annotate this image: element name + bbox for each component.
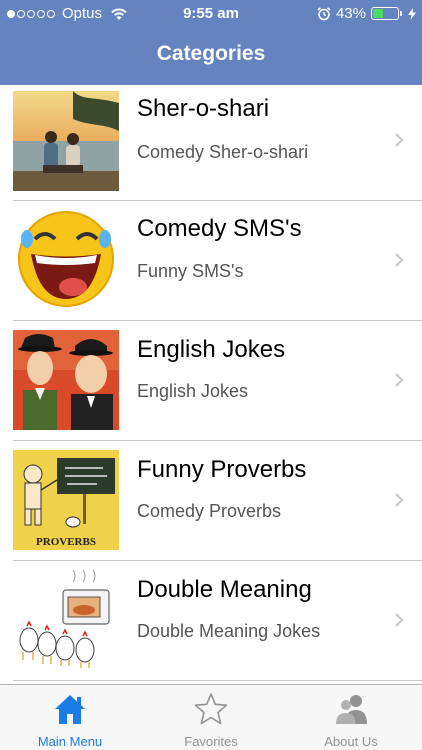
proverbs-thumb-text: PROVERBS <box>36 536 96 548</box>
star-icon <box>194 693 228 725</box>
proverbs-cartoon-thumbnail: PROVERBS <box>13 450 119 550</box>
charging-bolt-icon <box>408 7 416 20</box>
chevron-right-icon <box>395 133 404 147</box>
header: Optus 9:55 am 43% Categories <box>0 0 422 85</box>
couple-sunset-thumbnail <box>13 91 119 191</box>
laughing-smiley-thumbnail <box>18 211 114 307</box>
home-icon <box>55 695 85 724</box>
chevron-right-icon <box>395 613 404 627</box>
category-subtitle: Comedy Proverbs <box>137 501 282 521</box>
category-title: Comedy SMS's <box>137 215 302 242</box>
category-list: Sher-o-shari Comedy Sher-o-shari Comedy … <box>0 85 422 681</box>
chevron-right-icon <box>395 373 404 387</box>
category-title: Double Meaning <box>137 576 312 603</box>
tab-label: About Us <box>324 734 378 749</box>
people-icon <box>336 695 367 724</box>
category-title: Sher-o-shari <box>137 95 270 122</box>
tab-favorites[interactable]: Favorites <box>141 685 281 750</box>
battery-icon <box>371 7 402 20</box>
category-title: Funny Proverbs <box>137 456 307 483</box>
status-right: 43% <box>317 5 416 22</box>
category-row-comedy-sms[interactable]: Comedy SMS's Funny SMS's <box>0 201 422 321</box>
battery-level <box>373 9 384 18</box>
category-subtitle: Double Meaning Jokes <box>137 621 321 641</box>
category-row-double-meaning[interactable]: Double Meaning Double Meaning Jokes <box>0 561 422 681</box>
chickens-oven-thumbnail <box>13 570 119 670</box>
category-row-sher-o-shari[interactable]: Sher-o-shari Comedy Sher-o-shari <box>0 85 422 201</box>
category-title: English Jokes <box>137 336 286 363</box>
status-bar: Optus 9:55 am 43% <box>0 0 422 28</box>
chevron-right-icon <box>395 493 404 507</box>
category-row-funny-proverbs[interactable]: PROVERBS Funny Proverbs Comedy Proverbs <box>0 441 422 561</box>
category-subtitle: Comedy Sher-o-shari <box>137 142 309 162</box>
page-title: Categories <box>156 42 266 65</box>
category-row-english-jokes[interactable]: English Jokes English Jokes <box>0 321 422 441</box>
tab-main-menu[interactable]: Main Menu <box>0 685 140 750</box>
category-subtitle: English Jokes <box>137 381 249 401</box>
tab-bar: Main Menu Favorites About Us <box>0 684 422 750</box>
category-subtitle: Funny SMS's <box>137 261 244 281</box>
battery-percent: 43% <box>335 5 366 22</box>
chevron-right-icon <box>395 253 404 267</box>
alarm-clock-icon <box>317 6 331 20</box>
comedy-duo-thumbnail <box>13 330 119 430</box>
tab-about-us[interactable]: About Us <box>281 685 421 750</box>
tab-label: Main Menu <box>37 734 103 749</box>
battery-tip <box>400 11 402 16</box>
tab-label: Favorites <box>184 734 238 749</box>
